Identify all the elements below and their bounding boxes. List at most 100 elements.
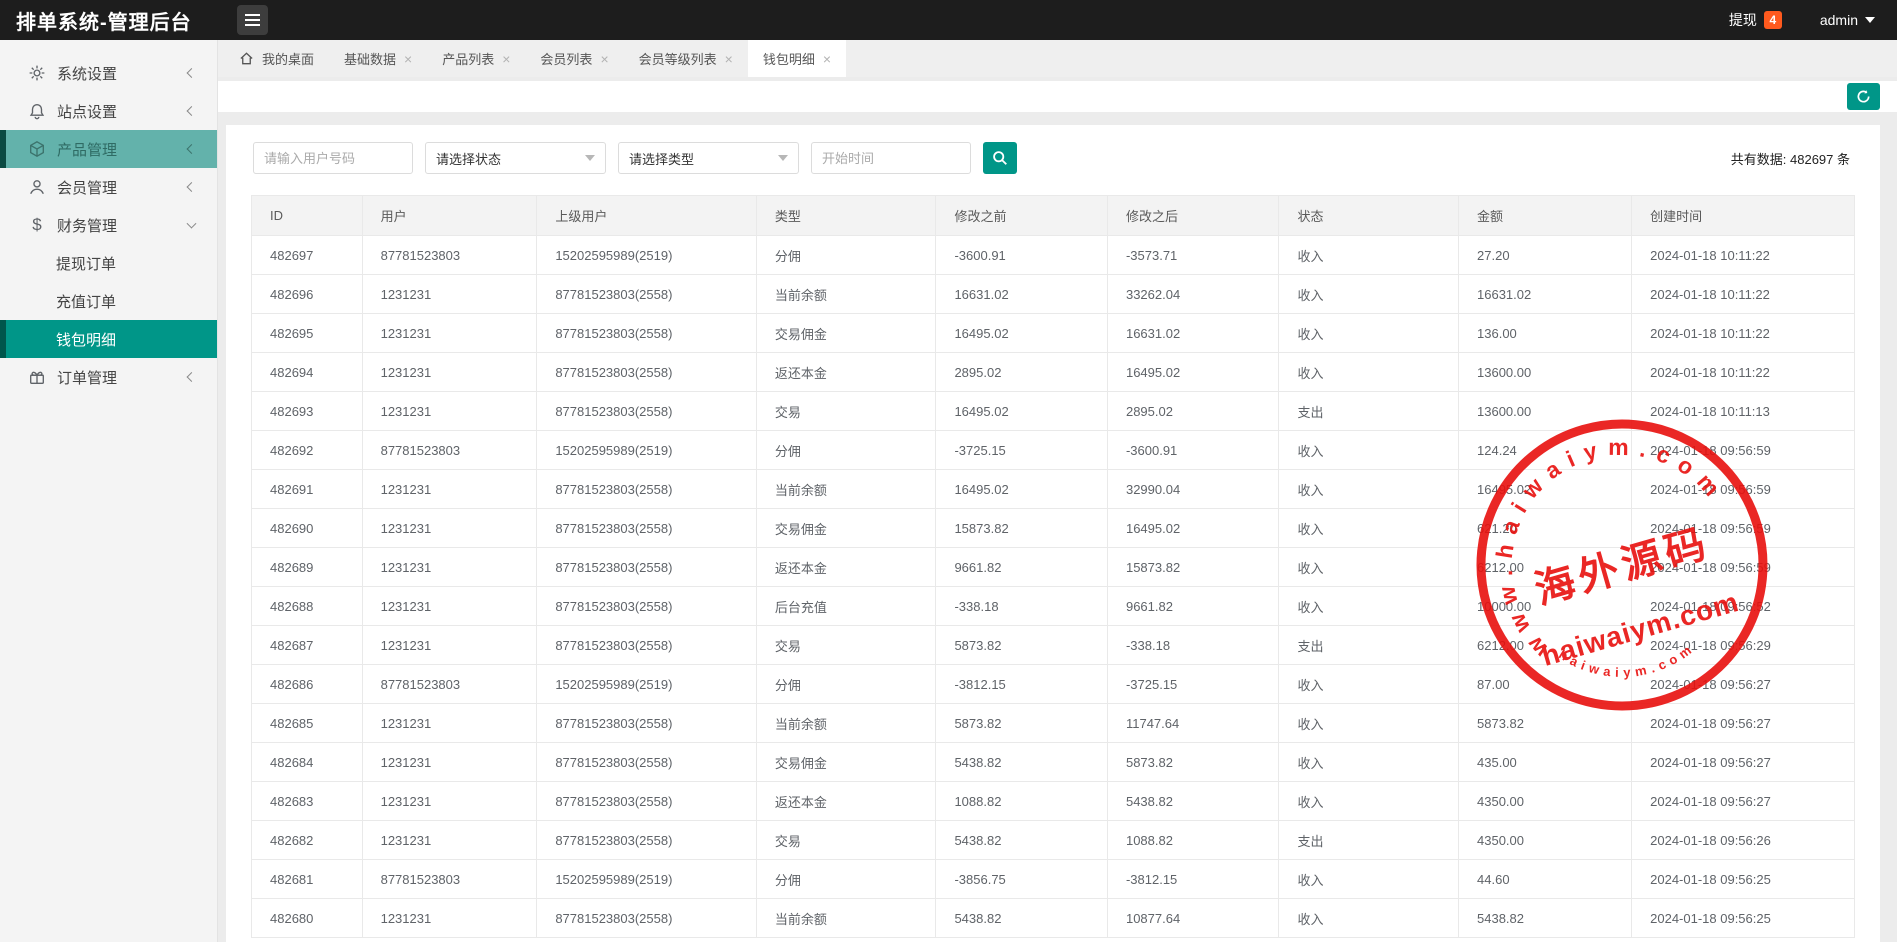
refresh-button[interactable] — [1847, 83, 1880, 110]
sidebar-item-2[interactable]: 站点设置 — [0, 92, 217, 130]
sidebar-item-label: 订单管理 — [57, 367, 117, 388]
table-cell: 16631.02 — [1459, 275, 1632, 314]
table-cell: 2024-01-18 09:56:59 — [1632, 548, 1855, 587]
table-cell: 2895.02 — [936, 353, 1108, 392]
type-select[interactable]: 请选择类型 — [618, 142, 799, 174]
tab-6[interactable]: 钱包明细× — [748, 40, 846, 77]
app-title: 排单系统-管理后台 — [0, 6, 192, 35]
table-cell: 482692 — [252, 431, 363, 470]
user-number-input[interactable] — [253, 142, 413, 174]
table-cell: 2024-01-18 10:11:13 — [1632, 392, 1855, 431]
table-cell: 1231231 — [362, 821, 537, 860]
table-cell: 1088.82 — [936, 782, 1108, 821]
close-icon[interactable]: × — [600, 52, 608, 66]
table-cell: 482691 — [252, 470, 363, 509]
table-cell: 2024-01-18 09:56:26 — [1632, 821, 1855, 860]
sidebar-item-6[interactable]: 订单管理 — [0, 358, 217, 396]
withdraw-shortcut[interactable]: 提现 4 — [1729, 10, 1782, 30]
user-icon — [26, 177, 48, 197]
table-cell: 1231231 — [362, 704, 537, 743]
close-icon[interactable]: × — [823, 52, 831, 66]
table-cell: -3856.75 — [936, 860, 1108, 899]
table-cell: 收入 — [1279, 782, 1459, 821]
tab-2[interactable]: 基础数据× — [329, 40, 427, 77]
table-cell: 621.20 — [1459, 509, 1632, 548]
table-cell: 482695 — [252, 314, 363, 353]
table-cell: 1231231 — [362, 743, 537, 782]
table-cell: 返还本金 — [756, 353, 936, 392]
table-cell: 5438.82 — [936, 899, 1108, 938]
close-icon[interactable]: × — [404, 52, 412, 66]
table-cell: 10877.64 — [1107, 899, 1279, 938]
chevron-down-icon — [187, 219, 197, 229]
bell-icon — [26, 101, 48, 121]
table-cell: 2024-01-18 09:56:27 — [1632, 743, 1855, 782]
table-cell: 87781523803(2558) — [537, 782, 757, 821]
table-cell: 交易佣金 — [756, 509, 936, 548]
chevron-left-icon — [187, 106, 197, 116]
chevron-down-icon — [585, 155, 595, 161]
table-cell: 1231231 — [362, 392, 537, 431]
table-cell: 482684 — [252, 743, 363, 782]
status-select-value: 请选择状态 — [436, 149, 501, 168]
wallet-table: ID用户上级用户类型修改之前修改之后状态金额创建时间 4826978778152… — [251, 195, 1855, 938]
table-cell: 482693 — [252, 392, 363, 431]
table-cell: 收入 — [1279, 236, 1459, 275]
table-cell: 5438.82 — [1459, 899, 1632, 938]
column-header: 金额 — [1459, 196, 1632, 236]
table-cell: 6212.00 — [1459, 548, 1632, 587]
table-cell: 2024-01-18 10:11:22 — [1632, 353, 1855, 392]
tab-5[interactable]: 会员等级列表× — [624, 40, 748, 77]
table-cell: 482689 — [252, 548, 363, 587]
table-cell: 1231231 — [362, 353, 537, 392]
sidebar-subitem[interactable]: 充值订单 — [0, 282, 217, 320]
table-row: 482687123123187781523803(2558)交易5873.82-… — [252, 626, 1855, 665]
column-header: 修改之前 — [936, 196, 1108, 236]
close-icon[interactable]: × — [725, 52, 733, 66]
sidebar-item-5[interactable]: $财务管理 — [0, 206, 217, 244]
table-cell: 124.24 — [1459, 431, 1632, 470]
tab-1[interactable]: 我的桌面 — [224, 40, 329, 77]
start-time-input[interactable] — [811, 142, 971, 174]
table-cell: -3600.91 — [936, 236, 1108, 275]
sidebar-item-1[interactable]: 系统设置 — [0, 54, 217, 92]
table-body: 4826978778152380315202595989(2519)分佣-360… — [252, 236, 1855, 938]
table-cell: 482694 — [252, 353, 363, 392]
sidebar-subitem-label: 提现订单 — [56, 253, 116, 274]
tab-3[interactable]: 产品列表× — [427, 40, 525, 77]
sidebar-subitem[interactable]: 钱包明细 — [0, 320, 217, 358]
table-cell: 87781523803(2558) — [537, 626, 757, 665]
table-cell: 交易佣金 — [756, 314, 936, 353]
tab-4[interactable]: 会员列表× — [525, 40, 623, 77]
table-cell: 当前余额 — [756, 899, 936, 938]
table-row: 482683123123187781523803(2558)返还本金1088.8… — [252, 782, 1855, 821]
total-count: 共有数据: 482697 条 — [1731, 149, 1850, 168]
table-cell: 87781523803(2558) — [537, 548, 757, 587]
table-cell: 87781523803(2558) — [537, 509, 757, 548]
user-menu[interactable]: admin — [1820, 12, 1875, 28]
hamburger-menu-icon[interactable] — [237, 5, 268, 35]
table-cell: 13600.00 — [1459, 392, 1632, 431]
table-cell: 交易佣金 — [756, 743, 936, 782]
table-cell: 2024-01-18 09:56:27 — [1632, 665, 1855, 704]
close-icon[interactable]: × — [502, 52, 510, 66]
sidebar-item-4[interactable]: 会员管理 — [0, 168, 217, 206]
sidebar-item-3[interactable]: 产品管理 — [0, 130, 217, 168]
sidebar-subitem[interactable]: 提现订单 — [0, 244, 217, 282]
table-cell: 收入 — [1279, 548, 1459, 587]
top-header: 排单系统-管理后台 提现 4 admin — [0, 0, 1897, 40]
search-button[interactable] — [983, 142, 1017, 174]
table-cell: 15202595989(2519) — [537, 665, 757, 704]
table-cell: 482681 — [252, 860, 363, 899]
table-cell: 44.60 — [1459, 860, 1632, 899]
column-header: 上级用户 — [537, 196, 757, 236]
table-cell: 4350.00 — [1459, 782, 1632, 821]
table-cell: 返还本金 — [756, 548, 936, 587]
table-cell: 分佣 — [756, 665, 936, 704]
column-header: 用户 — [362, 196, 537, 236]
status-select[interactable]: 请选择状态 — [425, 142, 606, 174]
table-cell: 2024-01-18 10:11:22 — [1632, 236, 1855, 275]
table-cell: 5873.82 — [936, 704, 1108, 743]
table-cell: 5438.82 — [936, 743, 1108, 782]
home-icon — [239, 51, 254, 66]
